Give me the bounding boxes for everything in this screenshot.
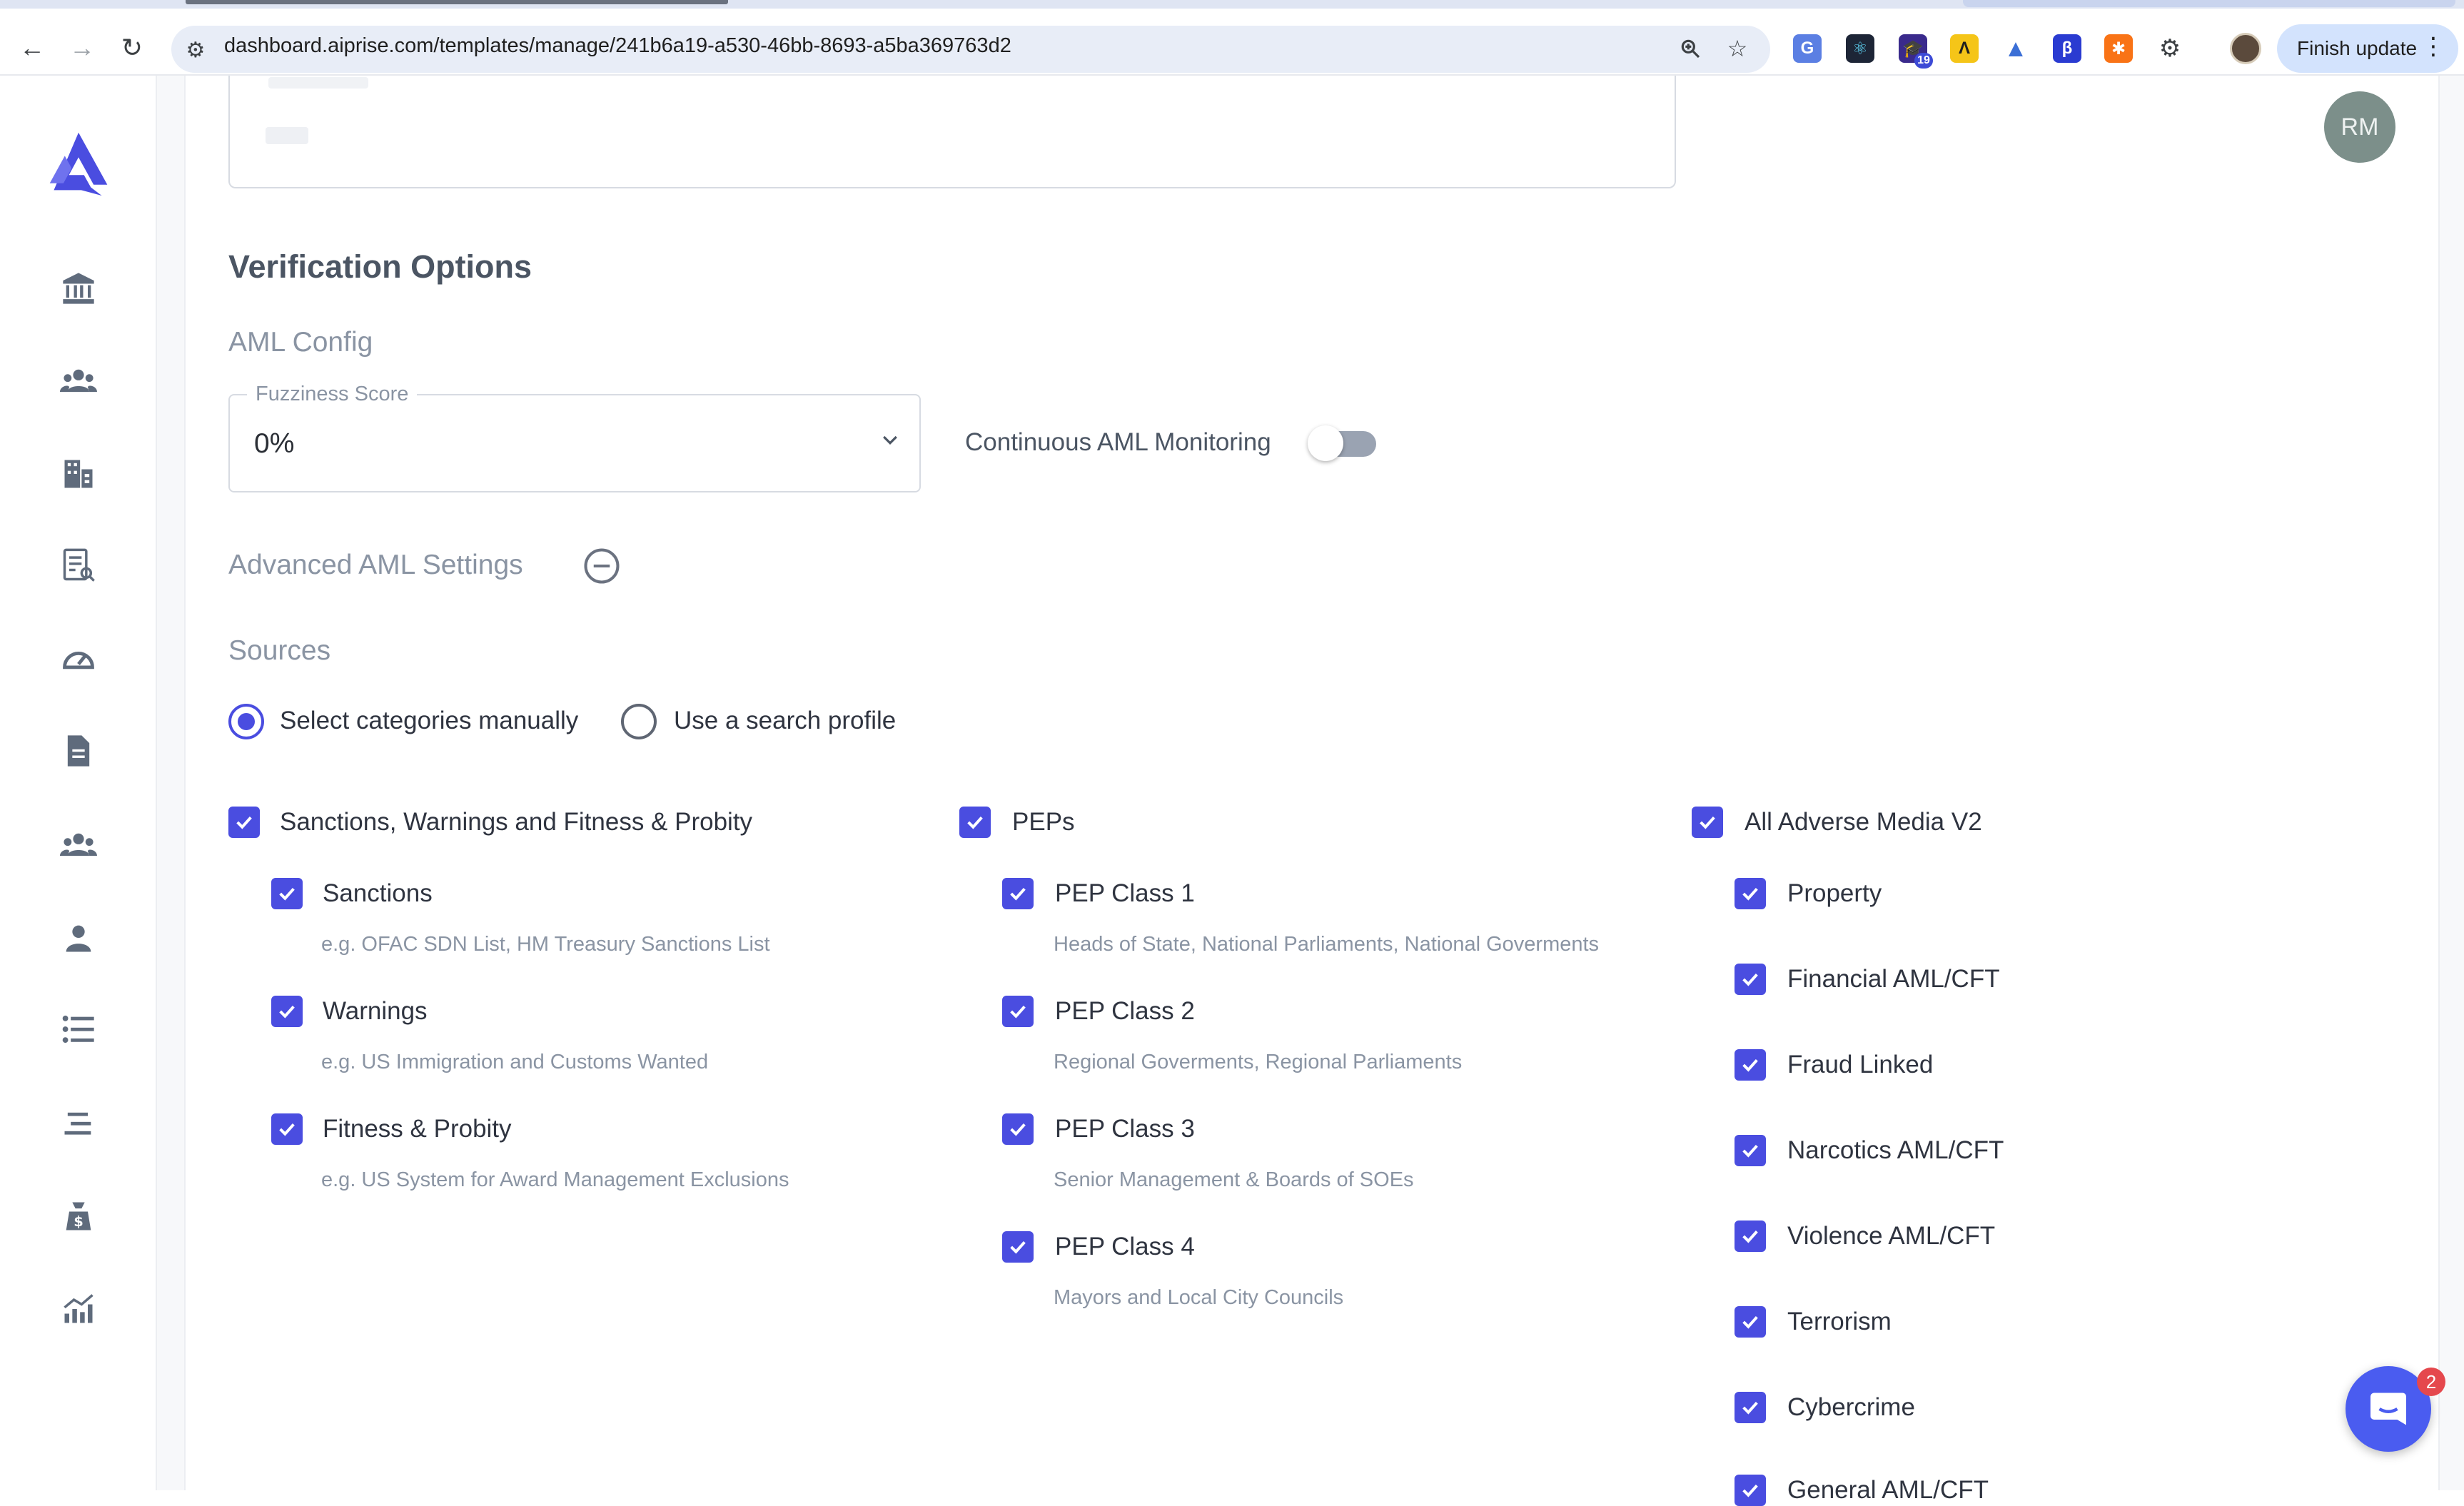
- finish-update-button[interactable]: Finish update ⋮: [2277, 24, 2458, 73]
- peps-group-label[interactable]: PEPs: [1012, 808, 1075, 837]
- tab-loading-bar: [186, 0, 728, 4]
- checkbox-fraud-linked[interactable]: [1735, 1049, 1766, 1081]
- browser-toolbar: ← → ↻ ⚙ dashboard.aiprise.com/templates/…: [0, 9, 2464, 76]
- svg-text:$: $: [74, 1213, 84, 1230]
- chat-icon: [2370, 1393, 2406, 1425]
- warnings-label[interactable]: Warnings: [323, 997, 428, 1026]
- checkbox-peps-group[interactable]: [959, 807, 991, 838]
- pep-class-2-label[interactable]: PEP Class 2: [1055, 997, 1195, 1026]
- fitness-probity-hint: e.g. US System for Award Management Excl…: [321, 1168, 789, 1191]
- checkbox-sanctions-group[interactable]: [228, 807, 260, 838]
- money-bag-icon[interactable]: $: [57, 1195, 100, 1238]
- pep-class-1-label[interactable]: PEP Class 1: [1055, 879, 1195, 908]
- document-search-icon[interactable]: [57, 544, 100, 587]
- radio-select-manually[interactable]: [228, 704, 264, 739]
- translate-extension-icon[interactable]: G: [1793, 34, 1822, 63]
- advanced-aml-settings-title: Advanced AML Settings: [228, 550, 523, 580]
- previous-field: [228, 76, 1676, 188]
- forward-icon[interactable]: →: [64, 30, 100, 66]
- radio-search-profile[interactable]: [621, 704, 657, 739]
- blue-extension-icon[interactable]: β: [2053, 34, 2081, 63]
- extensions-puzzle-icon[interactable]: ⚙: [2156, 34, 2184, 63]
- checkbox-terrorism[interactable]: [1735, 1306, 1766, 1338]
- checkbox-general-aml[interactable]: [1735, 1475, 1766, 1506]
- radio-select-manually-label[interactable]: Select categories manually: [280, 707, 578, 735]
- person-icon[interactable]: [57, 916, 100, 959]
- site-info-icon[interactable]: ⚙: [183, 37, 208, 63]
- fuzziness-score-value: 0%: [254, 428, 295, 459]
- financial-aml-label[interactable]: Financial AML/CFT: [1787, 965, 2000, 994]
- browser-tab[interactable]: [1963, 0, 2455, 7]
- terrorism-label[interactable]: Terrorism: [1787, 1308, 1892, 1336]
- users-icon[interactable]: [57, 360, 100, 403]
- checkbox-pep-class-3[interactable]: [1002, 1113, 1034, 1145]
- narcotics-aml-label[interactable]: Narcotics AML/CFT: [1787, 1136, 2004, 1165]
- fuzziness-score-label: Fuzziness Score: [247, 383, 418, 406]
- general-aml-label[interactable]: General AML/CFT: [1787, 1476, 1989, 1505]
- aml-config-title: AML Config: [228, 327, 373, 358]
- collapse-minus-icon[interactable]: [582, 547, 621, 585]
- chat-unread-badge: 2: [2417, 1368, 2445, 1396]
- file-icon[interactable]: [57, 729, 100, 772]
- continuous-monitoring-label: Continuous AML Monitoring: [965, 428, 1271, 456]
- verification-options-title: Verification Options: [228, 248, 532, 285]
- checkbox-sanctions[interactable]: [271, 878, 303, 909]
- checkbox-narcotics-aml[interactable]: [1735, 1135, 1766, 1166]
- checkbox-cybercrime[interactable]: [1735, 1392, 1766, 1423]
- cybercrime-label[interactable]: Cybercrime: [1787, 1393, 1915, 1422]
- bank-icon[interactable]: [57, 267, 100, 310]
- pep-class-3-label[interactable]: PEP Class 3: [1055, 1115, 1195, 1143]
- checkbox-warnings[interactable]: [271, 996, 303, 1027]
- violence-aml-label[interactable]: Violence AML/CFT: [1787, 1222, 1995, 1250]
- property-label[interactable]: Property: [1787, 879, 1882, 908]
- pep-class-3-hint: Senior Management & Boards of SOEs: [1054, 1168, 1414, 1191]
- fuzziness-score-select[interactable]: Fuzziness Score 0%: [228, 383, 921, 492]
- fitness-probity-label[interactable]: Fitness & Probity: [323, 1115, 512, 1143]
- align-icon[interactable]: [57, 1102, 100, 1145]
- graduation-extension-icon[interactable]: 🎓 19: [1899, 34, 1933, 69]
- warnings-hint: e.g. US Immigration and Customs Wanted: [321, 1051, 709, 1073]
- team-icon[interactable]: [57, 824, 100, 866]
- checkbox-financial-aml[interactable]: [1735, 964, 1766, 995]
- list-icon[interactable]: [57, 1008, 100, 1051]
- sanctions-hint: e.g. OFAC SDN List, HM Treasury Sanction…: [321, 933, 770, 956]
- yellow-extension-icon[interactable]: Λ: [1950, 34, 1979, 63]
- pep-class-2-hint: Regional Goverments, Regional Parliament…: [1054, 1051, 1463, 1073]
- aiprise-logo-icon[interactable]: [44, 128, 113, 197]
- checkbox-violence-aml[interactable]: [1735, 1221, 1766, 1252]
- pep-class-4-label[interactable]: PEP Class 4: [1055, 1233, 1195, 1261]
- sanctions-label[interactable]: Sanctions: [323, 879, 433, 908]
- url-text[interactable]: dashboard.aiprise.com/templates/manage/2…: [224, 34, 1011, 58]
- checkbox-pep-class-1[interactable]: [1002, 878, 1034, 909]
- analytics-icon[interactable]: [57, 1288, 100, 1330]
- checkbox-pep-class-4[interactable]: [1002, 1231, 1034, 1263]
- back-icon[interactable]: ←: [14, 30, 50, 66]
- bookmark-star-icon[interactable]: ☆: [1722, 33, 1753, 64]
- browser-profile-avatar[interactable]: [2230, 33, 2261, 64]
- hubspot-extension-icon[interactable]: ✱: [2104, 34, 2133, 63]
- checkbox-fitness-probity[interactable]: [271, 1113, 303, 1145]
- template-form-card: [184, 76, 2440, 1490]
- more-menu-icon[interactable]: ⋮: [2421, 34, 2445, 59]
- pep-class-4-hint: Mayors and Local City Councils: [1054, 1286, 1344, 1309]
- user-avatar[interactable]: RM: [2324, 91, 2395, 163]
- radio-search-profile-label[interactable]: Use a search profile: [674, 707, 896, 735]
- sanctions-group-label[interactable]: Sanctions, Warnings and Fitness & Probit…: [280, 808, 752, 837]
- pep-class-1-hint: Heads of State, National Parliaments, Na…: [1054, 933, 1600, 956]
- sources-title: Sources: [228, 635, 331, 666]
- finish-update-label: Finish update: [2297, 37, 2418, 59]
- speedometer-icon[interactable]: [57, 638, 100, 681]
- checkbox-property[interactable]: [1735, 878, 1766, 909]
- checkbox-adverse-media-group[interactable]: [1692, 807, 1723, 838]
- reload-icon[interactable]: ↻: [114, 30, 150, 66]
- building-icon[interactable]: [57, 453, 100, 495]
- checkbox-pep-class-2[interactable]: [1002, 996, 1034, 1027]
- zoom-icon[interactable]: [1675, 33, 1706, 64]
- toggle-knob[interactable]: [1308, 425, 1343, 461]
- mountain-extension-icon[interactable]: ▲: [2001, 34, 2030, 63]
- fraud-linked-label[interactable]: Fraud Linked: [1787, 1051, 1933, 1079]
- adverse-media-group-label[interactable]: All Adverse Media V2: [1745, 808, 1982, 837]
- chevron-down-icon: [883, 435, 897, 445]
- react-devtools-icon[interactable]: ⚛: [1846, 34, 1874, 63]
